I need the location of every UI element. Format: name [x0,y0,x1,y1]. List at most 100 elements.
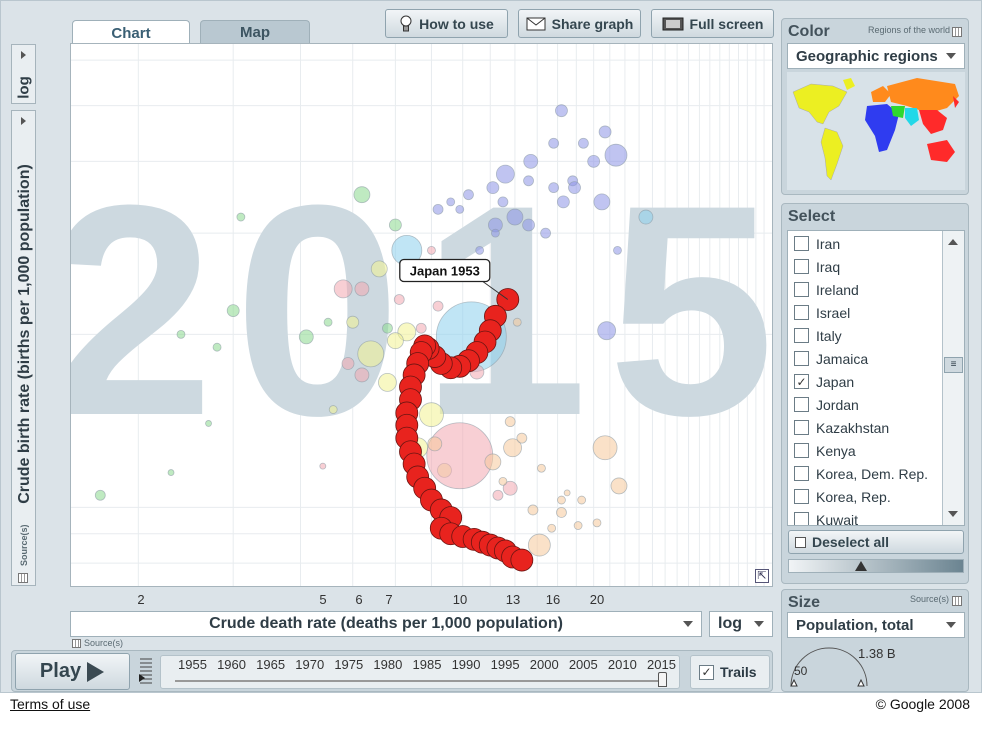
country-bubble[interactable] [323,317,333,327]
country-list-item[interactable]: Kazakhstan [788,416,940,439]
opacity-slider[interactable] [788,559,964,573]
size-max-handle[interactable] [857,678,865,687]
country-list-item[interactable]: ✓ Japan [788,370,940,393]
country-checkbox[interactable] [794,282,809,297]
size-min-handle[interactable] [790,678,798,687]
country-list-item[interactable]: Korea, Dem. Rep. [788,462,940,485]
country-bubble[interactable] [638,209,654,225]
y-axis-selector[interactable]: Crude birth rate (births per 1,000 popul… [11,110,36,586]
country-bubble[interactable] [491,228,500,238]
bubble-chart[interactable]: 2015 Japan 1953 [47,44,775,586]
country-bubble[interactable] [319,462,327,470]
country-bubble[interactable] [484,453,502,471]
country-bubble[interactable] [486,181,500,195]
japan-trail-point[interactable] [510,548,534,572]
country-bubble[interactable] [378,373,397,392]
country-bubble[interactable] [333,279,353,299]
country-list-item[interactable]: Iraq [788,255,940,278]
country-list-item[interactable]: Italy [788,324,940,347]
country-bubble[interactable] [427,245,436,255]
tab-chart[interactable]: Chart [72,20,190,45]
country-bubble[interactable] [592,518,602,528]
country-bubble[interactable] [498,476,508,486]
country-bubble[interactable] [497,196,509,208]
country-bubble[interactable] [527,504,539,516]
country-bubble[interactable] [523,153,539,169]
country-bubble[interactable] [382,322,393,334]
country-bubble[interactable] [512,317,522,327]
country-checkbox[interactable] [794,397,809,412]
country-bubble[interactable] [426,422,494,490]
country-bubble[interactable] [298,329,314,345]
country-bubble[interactable] [592,435,618,461]
country-bubble[interactable] [506,208,524,226]
speed-slider-icon[interactable] [138,656,154,688]
country-checkbox[interactable] [794,236,809,251]
country-checkbox[interactable] [794,466,809,481]
country-checkbox[interactable] [794,305,809,320]
list-scrollbar[interactable]: ≡ [942,231,964,525]
opacity-knob[interactable] [854,561,867,571]
country-bubble[interactable] [597,321,617,341]
scroll-up-icon[interactable] [948,239,958,245]
full-screen-button[interactable]: Full screen [651,9,774,38]
country-bubble[interactable] [354,367,370,383]
country-bubble[interactable] [427,436,443,452]
country-list-item[interactable]: Iran [788,232,940,255]
country-bubble[interactable] [236,212,246,222]
country-bubble[interactable] [568,181,581,195]
deselect-all-button[interactable]: Deselect all [788,530,964,554]
country-checkbox[interactable] [794,351,809,366]
x-source-link[interactable]: Source(s) [84,638,123,648]
country-bubble[interactable] [573,521,583,530]
country-bubble[interactable] [463,189,474,201]
country-bubble[interactable] [540,227,551,239]
x-scale-selector[interactable]: log [709,611,773,637]
country-bubble[interactable] [516,432,528,444]
country-bubble[interactable] [527,533,551,557]
country-bubble[interactable] [341,357,355,370]
country-bubble[interactable] [555,104,568,118]
country-list-item[interactable]: Israel [788,301,940,324]
country-bubble[interactable] [548,137,560,149]
country-bubble[interactable] [370,260,388,278]
country-bubble[interactable] [557,495,566,505]
country-bubble[interactable] [495,164,515,184]
country-list-item[interactable]: Jamaica [788,347,940,370]
world-map-legend[interactable] [787,72,965,190]
country-bubble[interactable] [94,489,106,501]
country-bubble[interactable] [547,523,557,533]
country-checkbox[interactable] [794,259,809,274]
country-bubble[interactable] [556,507,567,518]
country-bubble[interactable] [604,143,628,167]
country-list-item[interactable]: Jordan [788,393,940,416]
share-graph-button[interactable]: Share graph [518,9,641,38]
color-selector[interactable]: Geographic regions [787,43,965,69]
country-bubble[interactable] [475,245,485,255]
chart-area[interactable]: 2015 Japan 1953 ⇱ [47,43,775,587]
country-bubble[interactable] [357,340,385,368]
country-bubble[interactable] [492,489,504,501]
country-list-item[interactable]: Kuwait [788,508,940,525]
x-axis-selector[interactable]: Crude death rate (deaths per 1,000 popul… [70,611,702,637]
country-bubble[interactable] [556,195,570,209]
country-bubble[interactable] [504,416,516,428]
country-bubble[interactable] [388,218,402,232]
country-list-item[interactable]: Kenya [788,439,940,462]
country-checkbox[interactable]: ✓ [794,374,809,389]
size-selector[interactable]: Population, total [787,612,965,638]
country-bubble[interactable] [522,218,535,232]
country-bubble[interactable] [353,186,371,204]
country-bubble[interactable] [537,463,546,473]
country-checkbox[interactable] [794,328,809,343]
resize-icon[interactable]: ⇱ [755,569,769,583]
country-bubble[interactable] [587,154,601,168]
country-checkbox[interactable] [794,489,809,504]
trails-toggle[interactable]: ✓ Trails [690,655,770,689]
scroll-down-icon[interactable] [948,511,958,517]
y-source-link[interactable]: Source(s) [19,524,29,566]
year-handle[interactable] [658,672,667,687]
country-bubble[interactable] [577,495,587,505]
y-scale-selector[interactable]: log [11,44,36,104]
country-bubble[interactable] [419,402,444,428]
